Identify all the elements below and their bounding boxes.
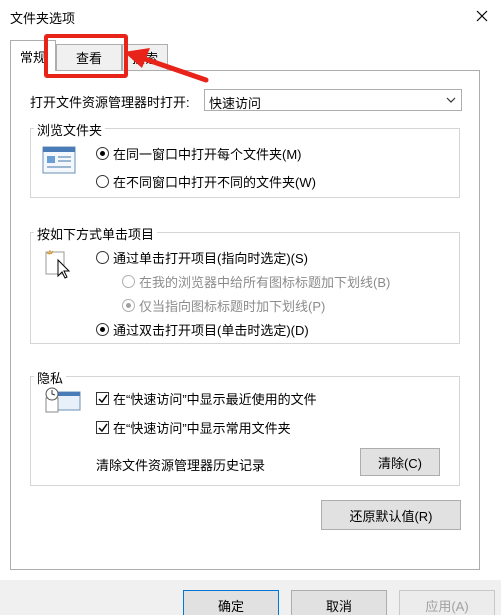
checkbox-recent-files-label: 在“快速访问”中显示最近使用的文件 — [113, 392, 317, 407]
checkbox-box — [96, 421, 109, 434]
privacy-title: 隐私 — [34, 368, 67, 387]
radio-underline-all-label: 在我的浏览器中给所有图标标题加下划线(B) — [139, 275, 391, 290]
radio-dot — [122, 299, 135, 312]
checkbox-frequent-folders-label: 在“快速访问”中显示常用文件夹 — [113, 421, 291, 436]
cursor-click-icon — [45, 250, 71, 279]
ok-button[interactable]: 确定 — [183, 590, 279, 615]
folder-window-icon — [42, 146, 76, 174]
radio-underline-point-label: 仅当指向图标标题时加下划线(P) — [139, 299, 326, 314]
checkmark-icon — [98, 394, 108, 404]
checkmark-icon — [98, 423, 108, 433]
annotation-arrow-icon — [124, 48, 209, 83]
radio-dot — [96, 175, 109, 188]
radio-same-window-label: 在同一窗口中打开每个文件夹(M) — [113, 147, 302, 162]
checkbox-recent-files[interactable]: 在“快速访问”中显示最近使用的文件 — [96, 389, 317, 408]
clear-history-button[interactable]: 清除(C) — [360, 448, 440, 476]
checkbox-frequent-folders[interactable]: 在“快速访问”中显示常用文件夹 — [96, 418, 291, 437]
radio-dot — [96, 147, 109, 160]
close-icon — [476, 10, 488, 22]
open-label: 打开文件资源管理器时打开: — [30, 95, 190, 110]
open-target-select[interactable]: 快速访问 — [204, 89, 462, 111]
radio-dot — [96, 251, 109, 264]
window-title: 文件夹选项 — [10, 11, 76, 26]
radio-new-window[interactable]: 在不同窗口中打开不同的文件夹(W) — [96, 172, 316, 191]
open-target-value: 快速访问 — [209, 96, 262, 111]
radio-double-click-label: 通过双击打开项目(单击时选定)(D) — [113, 323, 309, 338]
restore-defaults-button[interactable]: 还原默认值(R) — [321, 500, 461, 530]
close-button[interactable] — [469, 3, 495, 29]
title-bar: 文件夹选项 — [0, 0, 501, 34]
radio-dot — [122, 275, 135, 288]
cancel-button[interactable]: 取消 — [291, 590, 387, 615]
radio-underline-all[interactable]: 在我的浏览器中给所有图标标题加下划线(B) — [122, 272, 390, 291]
radio-single-click-label: 通过单击打开项目(指向时选定)(S) — [113, 251, 308, 266]
radio-single-click[interactable]: 通过单击打开项目(指向时选定)(S) — [96, 248, 308, 267]
radio-same-window[interactable]: 在同一窗口中打开每个文件夹(M) — [96, 144, 302, 163]
privacy-icon — [45, 387, 81, 413]
annotation-highlight-box — [44, 34, 128, 78]
chevron-down-icon — [446, 97, 456, 103]
radio-double-click[interactable]: 通过双击打开项目(单击时选定)(D) — [96, 320, 309, 339]
click-items-title: 按如下方式单击项目 — [34, 224, 158, 243]
browse-folders-title: 浏览文件夹 — [34, 120, 106, 139]
checkbox-box — [96, 392, 109, 405]
radio-dot — [96, 323, 109, 336]
clear-history-label: 清除文件资源管理器历史记录 — [96, 458, 266, 473]
apply-button[interactable]: 应用(A) — [399, 590, 495, 615]
radio-new-window-label: 在不同窗口中打开不同的文件夹(W) — [113, 175, 316, 190]
radio-underline-point[interactable]: 仅当指向图标标题时加下划线(P) — [122, 296, 325, 315]
